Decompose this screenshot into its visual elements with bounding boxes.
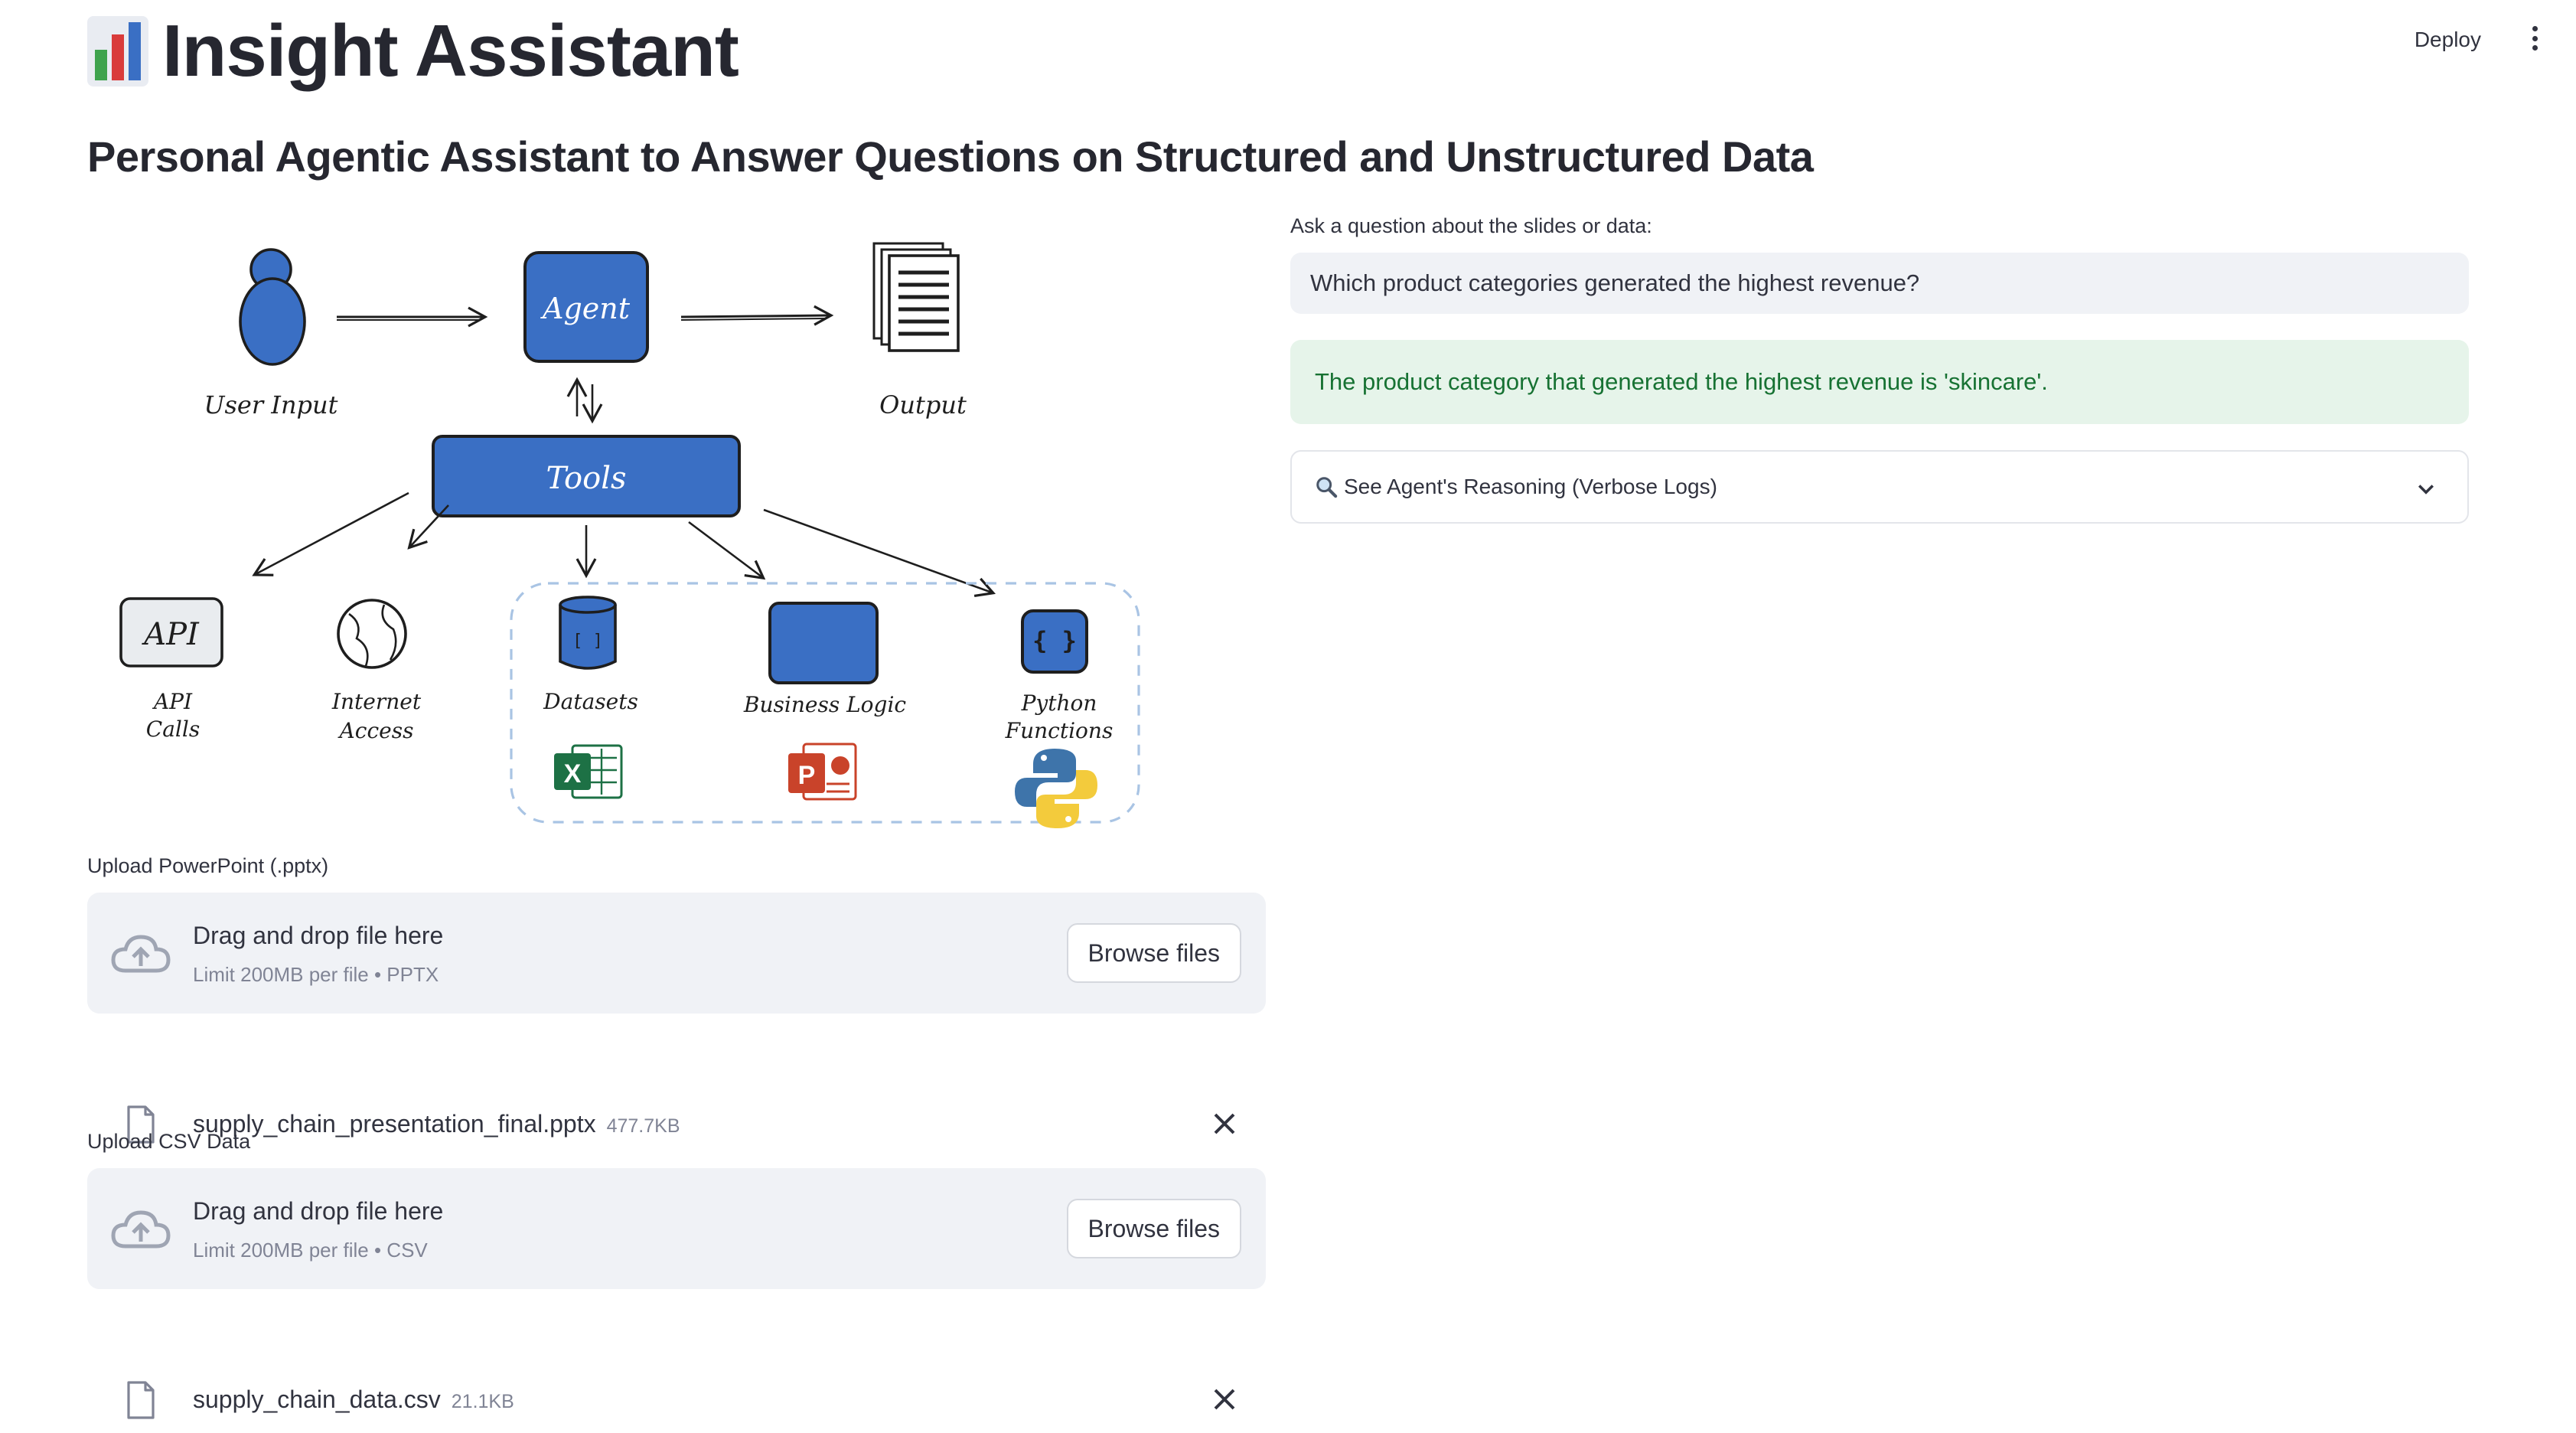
dropzone-title: Drag and drop file here <box>193 1197 444 1225</box>
uploaded-file-name: supply_chain_data.csv 21.1KB <box>193 1386 514 1414</box>
output-label: Output <box>879 390 967 419</box>
file-icon <box>127 1381 155 1419</box>
dropzone-limit: Limit 200MB per file • CSV <box>193 1239 428 1262</box>
architecture-diagram: User Input Agent Output Tools API API Ca… <box>119 242 1140 828</box>
dropzone-limit: Limit 200MB per file • PPTX <box>193 963 439 986</box>
agent-label: Agent <box>540 292 631 325</box>
user-icon <box>239 248 306 366</box>
tools-label: Tools <box>546 461 626 496</box>
expander-label: See Agent's Reasoning (Verbose Logs) <box>1344 475 1717 498</box>
uploaded-file-name: supply_chain_presentation_final.pptx 477.… <box>193 1110 680 1138</box>
close-icon[interactable] <box>1212 1387 1237 1412</box>
file-size: 21.1KB <box>451 1391 514 1412</box>
deploy-button[interactable]: Deploy <box>2402 20 2493 60</box>
question-input[interactable] <box>1290 253 2469 314</box>
internet-label-1: Internet <box>331 689 422 714</box>
answer-text: The product category that generated the … <box>1315 368 2048 395</box>
csv-upload-label: Upload CSV Data <box>87 1130 251 1153</box>
magnifier-icon <box>1316 477 1338 498</box>
kebab-menu-icon[interactable] <box>2525 23 2544 54</box>
python-icon-text: { } <box>1032 626 1077 655</box>
cloud-upload-icon <box>111 1210 171 1249</box>
api-box-text: API <box>141 617 200 652</box>
uploaded-file-row: supply_chain_presentation_final.pptx 477.… <box>87 1093 1266 1154</box>
internet-label-2: Access <box>337 718 414 743</box>
api-label-1: API <box>152 689 193 714</box>
page-subtitle: Personal Agentic Assistant to Answer Que… <box>87 132 1814 181</box>
pptx-dropzone[interactable]: Drag and drop file here Limit 200MB per … <box>87 893 1266 1014</box>
cloud-upload-icon <box>111 935 171 973</box>
browse-files-button[interactable]: Browse files <box>1066 923 1241 983</box>
python-label-1: Python <box>1021 690 1097 716</box>
question-label: Ask a question about the slides or data: <box>1290 214 1652 237</box>
answer-alert: The product category that generated the … <box>1290 340 2469 424</box>
datasets-label: Datasets <box>543 689 638 714</box>
file-name-text: supply_chain_data.csv <box>193 1386 441 1413</box>
globe-icon <box>337 599 407 669</box>
excel-letter: X <box>564 759 582 788</box>
uploaded-file-row: supply_chain_data.csv 21.1KB <box>87 1369 1266 1430</box>
file-name-text: supply_chain_presentation_final.pptx <box>193 1110 596 1138</box>
api-label-2: Calls <box>146 716 200 742</box>
ppt-letter: P <box>798 761 816 790</box>
csv-dropzone[interactable]: Drag and drop file here Limit 200MB per … <box>87 1168 1266 1289</box>
business-logic-box <box>768 602 879 684</box>
dataset-icon-text: [ ] <box>572 632 603 651</box>
title-row: Insight Assistant <box>87 9 739 93</box>
bar-chart-icon <box>87 16 148 87</box>
python-label-2: Functions <box>1005 718 1114 743</box>
document-icon <box>872 242 960 352</box>
business-logic-label: Business Logic <box>743 692 907 717</box>
close-icon[interactable] <box>1212 1111 1237 1136</box>
pptx-upload-label: Upload PowerPoint (.pptx) <box>87 854 329 877</box>
user-input-label: User Input <box>204 390 338 419</box>
reasoning-expander[interactable]: See Agent's Reasoning (Verbose Logs) <box>1290 450 2469 524</box>
chevron-down-icon <box>2418 485 2434 495</box>
app-title: Insight Assistant <box>162 10 739 92</box>
python-logo-icon <box>1015 749 1097 828</box>
dropzone-title: Drag and drop file here <box>193 922 444 949</box>
browse-files-button[interactable]: Browse files <box>1066 1199 1241 1258</box>
file-size: 477.7KB <box>606 1115 680 1137</box>
